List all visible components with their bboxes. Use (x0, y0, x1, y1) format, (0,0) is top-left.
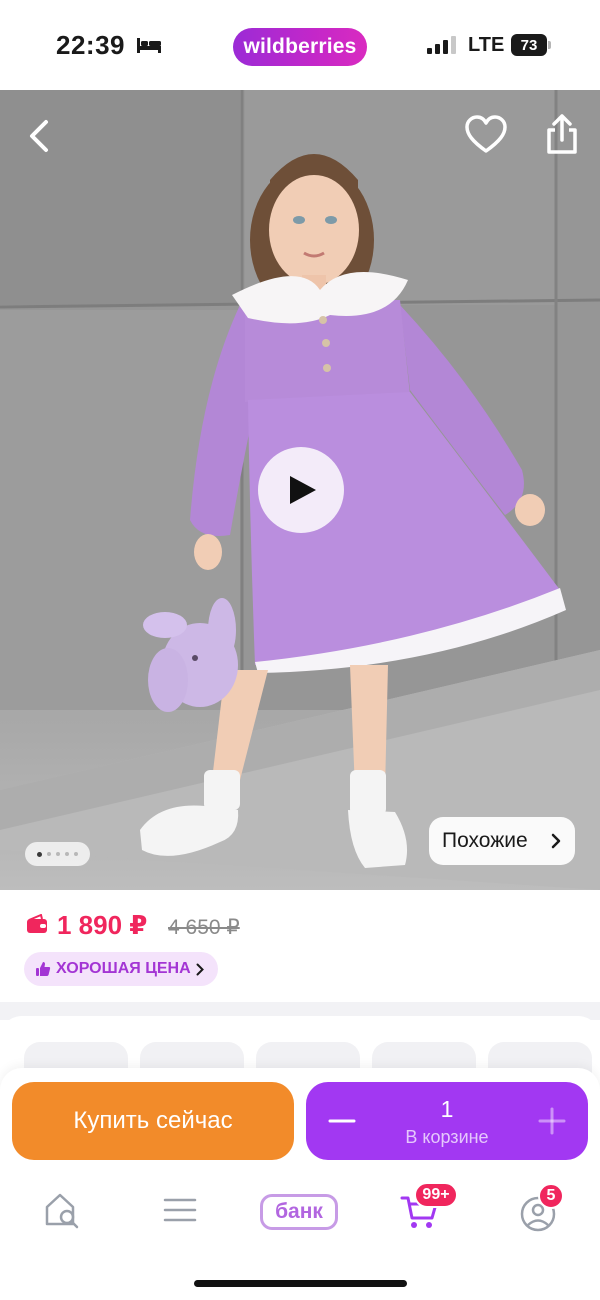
play-video-button[interactable] (258, 447, 344, 533)
gallery-pagination (25, 842, 90, 866)
chevron-right-icon (551, 833, 561, 849)
price-section: 1 890 ₽ 4 650 ₽ ХОРОШАЯ ЦЕНА (0, 890, 600, 1002)
similar-button[interactable]: Похожие (429, 817, 575, 865)
back-arrow-icon[interactable] (20, 112, 60, 160)
battery-tip (548, 41, 551, 49)
minus-icon[interactable] (320, 1101, 364, 1141)
profile-badge: 5 (538, 1183, 564, 1209)
good-price-label: ХОРОШАЯ ЦЕНА (56, 960, 191, 977)
tab-cart[interactable]: 99+ (400, 1182, 460, 1242)
battery-icon: 73 (511, 34, 551, 56)
bed-icon (137, 38, 161, 53)
battery-level: 73 (511, 34, 547, 56)
bottom-panel: Купить сейчас 1 В корзине банк 99+ 5 (0, 1068, 600, 1300)
chevron-right-icon (196, 963, 204, 976)
cart-badge: 99+ (414, 1182, 458, 1208)
in-cart-label: В корзине (405, 1127, 489, 1147)
wallet-icon (27, 914, 47, 933)
good-price-badge[interactable]: ХОРОШАЯ ЦЕНА (24, 952, 218, 986)
tab-profile[interactable]: 5 (520, 1182, 568, 1242)
thumbs-up-icon (36, 962, 51, 976)
old-price: 4 650 ₽ (168, 916, 240, 939)
bank-label: банк (260, 1194, 338, 1230)
gallery-dot (56, 852, 60, 856)
home-search-icon (45, 1193, 79, 1229)
gallery-dot (74, 852, 78, 856)
tab-bank[interactable]: банк (260, 1182, 340, 1242)
tab-home[interactable] (42, 1182, 82, 1242)
plus-icon[interactable] (530, 1101, 574, 1141)
home-indicator (194, 1280, 407, 1287)
cart-quantity-control: 1 В корзине (306, 1082, 588, 1160)
gallery-dot (65, 852, 69, 856)
heart-icon[interactable] (464, 114, 508, 156)
signal-icon (427, 36, 456, 54)
similar-label: Похожие (442, 829, 528, 852)
cart-quantity: 1 (440, 1096, 454, 1122)
gallery-dot (37, 851, 42, 857)
play-icon (290, 476, 316, 504)
tab-catalog[interactable] (162, 1182, 198, 1242)
buy-now-button[interactable]: Купить сейчас (12, 1082, 294, 1160)
gallery-dot (47, 852, 51, 856)
share-icon[interactable] (544, 112, 580, 156)
status-time: 22:39 (56, 30, 125, 60)
brand-logo: wildberries (233, 28, 367, 66)
product-gallery[interactable]: Похожие (0, 90, 600, 890)
menu-icon (163, 1198, 197, 1222)
current-price: 1 890 ₽ (57, 910, 148, 940)
network-type: LTE (468, 34, 505, 56)
status-bar: 22:39 wildberries LTE 73 (0, 0, 600, 90)
